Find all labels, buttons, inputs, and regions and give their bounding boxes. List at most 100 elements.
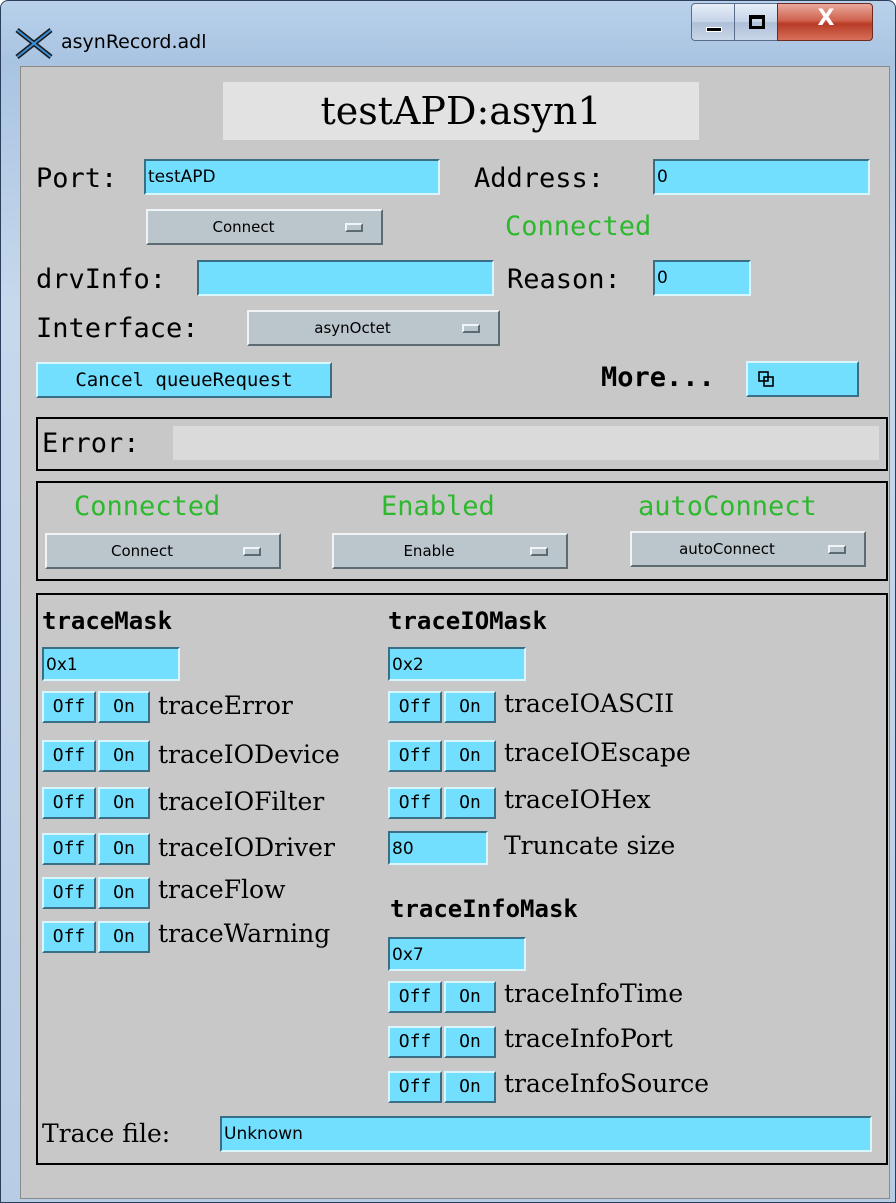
trace-io-driver-toggle[interactable]: Off On xyxy=(42,833,152,865)
on-button[interactable]: On xyxy=(444,787,496,819)
trace-error-toggle[interactable]: Off On xyxy=(42,691,152,723)
on-button[interactable]: On xyxy=(98,877,150,909)
trace-io-escape-toggle[interactable]: Off On xyxy=(388,740,498,772)
trace-mask-header: traceMask xyxy=(42,607,173,635)
address-field[interactable]: 0 xyxy=(653,159,870,195)
minimize-button[interactable] xyxy=(691,3,735,41)
off-button[interactable]: Off xyxy=(388,1071,442,1103)
connection-status: Connected xyxy=(505,211,652,242)
trace-info-source-toggle[interactable]: Off On xyxy=(388,1071,498,1103)
window-title: asynRecord.adl xyxy=(61,31,207,53)
on-button[interactable]: On xyxy=(98,740,150,772)
off-button[interactable]: Off xyxy=(388,787,442,819)
off-button[interactable]: Off xyxy=(42,740,96,772)
off-button[interactable]: Off xyxy=(42,877,96,909)
autoconnect-status: autoConnect xyxy=(638,491,817,522)
trace-io-filter-toggle[interactable]: Off On xyxy=(42,787,152,819)
on-button[interactable]: On xyxy=(444,1026,496,1058)
truncate-size-field[interactable]: 80 xyxy=(388,831,488,865)
trace-info-port-label: traceInfoPort xyxy=(504,1024,673,1053)
trace-info-time-label: traceInfoTime xyxy=(504,979,684,1008)
connect-state-menu[interactable]: Connect xyxy=(45,533,281,569)
more-related-display-button[interactable] xyxy=(746,361,859,397)
trace-info-mask-field[interactable]: 0x7 xyxy=(388,937,526,971)
port-field[interactable]: testAPD xyxy=(144,159,440,195)
on-button[interactable]: On xyxy=(444,1071,496,1103)
trace-io-hex-label: traceIOHex xyxy=(504,785,651,814)
error-frame: Error: xyxy=(36,417,888,471)
interface-menu-value: asynOctet xyxy=(314,319,391,337)
app-x-icon xyxy=(15,28,53,59)
connected-status: Connected xyxy=(74,491,221,522)
trace-io-device-toggle[interactable]: Off On xyxy=(42,740,152,772)
trace-io-ascii-toggle[interactable]: Off On xyxy=(388,691,498,723)
on-button[interactable]: On xyxy=(444,691,496,723)
trace-io-ascii-label: traceIOASCII xyxy=(504,689,675,718)
medm-display: testAPD:asyn1 Port: testAPD Address: 0 C… xyxy=(20,66,890,1199)
off-button[interactable]: Off xyxy=(42,691,96,723)
off-button[interactable]: Off xyxy=(388,740,442,772)
address-label: Address: xyxy=(474,163,605,194)
reason-field[interactable]: 0 xyxy=(653,260,751,296)
close-icon: X xyxy=(817,6,835,31)
trace-info-port-toggle[interactable]: Off On xyxy=(388,1026,498,1058)
trace-file-field[interactable]: Unknown xyxy=(220,1116,872,1152)
enable-menu-value: Enable xyxy=(403,542,455,560)
trace-error-label: traceError xyxy=(158,691,293,720)
maximize-icon xyxy=(749,15,765,29)
cancel-queue-request-button[interactable]: Cancel queueRequest xyxy=(36,362,332,398)
trace-io-device-label: traceIODevice xyxy=(158,740,340,769)
reason-label: Reason: xyxy=(507,264,621,295)
on-button[interactable]: On xyxy=(444,981,496,1013)
trace-flow-label: traceFlow xyxy=(158,875,286,904)
trace-info-mask-header: traceInfoMask xyxy=(390,895,578,923)
trace-io-hex-toggle[interactable]: Off On xyxy=(388,787,498,819)
error-message xyxy=(173,426,879,460)
connect-menu[interactable]: Connect xyxy=(146,209,383,245)
autoconnect-menu[interactable]: autoConnect xyxy=(630,531,866,567)
off-button[interactable]: Off xyxy=(388,1026,442,1058)
off-button[interactable]: Off xyxy=(42,787,96,819)
trace-io-mask-header: traceIOMask xyxy=(388,607,547,635)
menu-indicator-icon xyxy=(243,547,261,556)
status-panel: Connected Connect Enabled Enable autoCon… xyxy=(36,481,888,581)
off-button[interactable]: Off xyxy=(388,981,442,1013)
minimize-icon xyxy=(706,27,722,32)
off-button[interactable]: Off xyxy=(42,833,96,865)
trace-io-mask-field[interactable]: 0x2 xyxy=(388,647,526,681)
trace-panel: traceMask 0x1 Off On traceError Off On t… xyxy=(36,593,888,1165)
trace-io-filter-label: traceIOFilter xyxy=(158,787,325,816)
related-display-icon xyxy=(758,371,774,387)
on-button[interactable]: On xyxy=(98,833,150,865)
trace-warning-label: traceWarning xyxy=(158,919,331,948)
error-label: Error: xyxy=(42,428,140,459)
menu-indicator-icon xyxy=(828,545,846,554)
interface-menu[interactable]: asynOctet xyxy=(247,310,500,346)
autoconnect-menu-value: autoConnect xyxy=(679,540,775,558)
drvinfo-label: drvInfo: xyxy=(36,264,167,295)
trace-io-driver-label: traceIODriver xyxy=(158,833,335,862)
trace-io-escape-label: traceIOEscape xyxy=(504,738,691,767)
enabled-status: Enabled xyxy=(381,491,495,522)
connect-state-menu-value: Connect xyxy=(110,542,174,560)
trace-warning-toggle[interactable]: Off On xyxy=(42,921,152,953)
on-button[interactable]: On xyxy=(98,921,150,953)
trace-file-label: Trace file: xyxy=(42,1119,171,1148)
on-button[interactable]: On xyxy=(444,740,496,772)
app-window: asynRecord.adl X testAPD:asyn1 Port: tes… xyxy=(0,0,896,1203)
menu-indicator-icon xyxy=(462,324,480,333)
drvinfo-field[interactable] xyxy=(197,260,494,296)
trace-flow-toggle[interactable]: Off On xyxy=(42,877,152,909)
trace-info-time-toggle[interactable]: Off On xyxy=(388,981,498,1013)
close-button[interactable]: X xyxy=(777,3,873,41)
trace-mask-field[interactable]: 0x1 xyxy=(42,647,180,681)
connect-menu-value: Connect xyxy=(212,218,275,236)
on-button[interactable]: On xyxy=(98,787,150,819)
off-button[interactable]: Off xyxy=(42,921,96,953)
trace-info-source-label: traceInfoSource xyxy=(504,1069,710,1098)
enable-menu[interactable]: Enable xyxy=(332,533,568,569)
maximize-button[interactable] xyxy=(734,3,778,41)
off-button[interactable]: Off xyxy=(388,691,442,723)
on-button[interactable]: On xyxy=(98,691,150,723)
truncate-size-label: Truncate size xyxy=(504,831,676,860)
